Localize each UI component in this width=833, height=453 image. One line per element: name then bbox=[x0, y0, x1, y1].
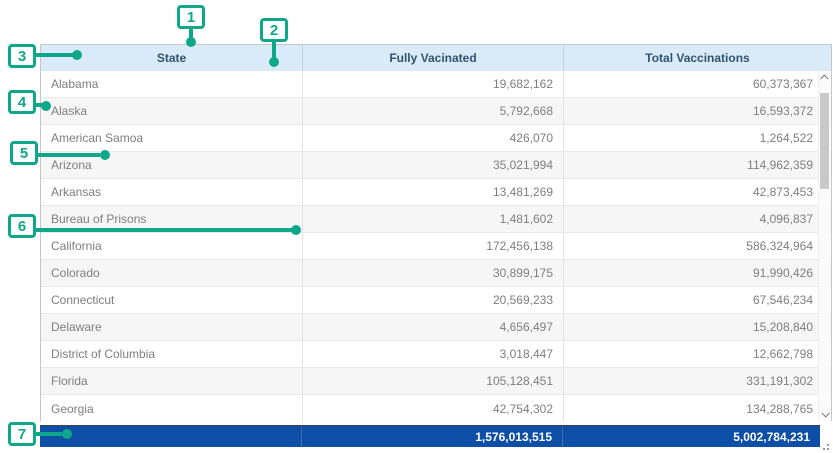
table-row[interactable]: American Samoa426,0701,264,522 bbox=[41, 125, 831, 152]
cell-fully-vaccinated: 172,456,138 bbox=[303, 233, 564, 259]
table-row[interactable]: Florida105,128,451331,191,302 bbox=[41, 368, 831, 395]
list-table: State Fully Vacinated Total Vaccinations… bbox=[40, 44, 832, 447]
cell-total-vaccinations: 114,962,359 bbox=[564, 152, 831, 178]
column-header-total-vaccinations[interactable]: Total Vaccinations bbox=[564, 45, 831, 71]
cell-fully-vaccinated: 35,021,994 bbox=[303, 152, 564, 178]
callout-1-anchor-dot bbox=[186, 37, 196, 47]
table-row[interactable]: District of Columbia3,018,44712,662,798 bbox=[41, 341, 831, 368]
callout-4-anchor-dot bbox=[41, 101, 51, 111]
callout-3-anchor-dot bbox=[72, 50, 82, 60]
cell-state: Alaska bbox=[41, 98, 303, 124]
table-row[interactable]: Arkansas13,481,26942,873,453 bbox=[41, 179, 831, 206]
cell-state: American Samoa bbox=[41, 125, 303, 151]
cell-fully-vaccinated: 426,070 bbox=[303, 125, 564, 151]
callout-6: 6 bbox=[8, 214, 36, 238]
table-row[interactable]: Colorado30,899,17591,990,426 bbox=[41, 260, 831, 287]
cell-state: Georgia bbox=[41, 395, 303, 422]
cell-total-vaccinations: 60,373,367 bbox=[564, 71, 831, 97]
cell-fully-vaccinated: 30,899,175 bbox=[303, 260, 564, 286]
table-header-row: State Fully Vacinated Total Vaccinations bbox=[41, 45, 831, 71]
cell-total-vaccinations: 42,873,453 bbox=[564, 179, 831, 205]
cell-total-vaccinations: 586,324,964 bbox=[564, 233, 831, 259]
cell-total-vaccinations: 15,208,840 bbox=[564, 314, 831, 340]
cell-state: Arkansas bbox=[41, 179, 303, 205]
cell-state: Connecticut bbox=[41, 287, 303, 313]
cell-total-vaccinations: 67,546,234 bbox=[564, 287, 831, 313]
cell-fully-vaccinated: 42,754,302 bbox=[303, 395, 564, 422]
totals-state-cell bbox=[40, 426, 302, 447]
table-row[interactable]: Delaware4,656,49715,208,840 bbox=[41, 314, 831, 341]
callout-7-leader-line bbox=[32, 432, 62, 436]
callout-3: 3 bbox=[8, 44, 36, 68]
cell-fully-vaccinated: 19,682,162 bbox=[303, 71, 564, 97]
callout-4: 4 bbox=[8, 90, 36, 114]
cell-state: Florida bbox=[41, 368, 303, 394]
callout-1: 1 bbox=[177, 5, 205, 29]
cell-total-vaccinations: 16,593,372 bbox=[564, 98, 831, 124]
cell-fully-vaccinated: 20,569,233 bbox=[303, 287, 564, 313]
cell-fully-vaccinated: 105,128,451 bbox=[303, 368, 564, 394]
callout-3-leader-line bbox=[32, 53, 74, 57]
cell-total-vaccinations: 12,662,798 bbox=[564, 341, 831, 367]
callout-2-anchor-dot bbox=[269, 57, 279, 67]
totals-total-vaccinations: 5,002,784,231 bbox=[563, 426, 820, 447]
table-row[interactable]: Arizona35,021,994114,962,359 bbox=[41, 152, 831, 179]
cell-fully-vaccinated: 13,481,269 bbox=[303, 179, 564, 205]
cell-fully-vaccinated: 5,792,668 bbox=[303, 98, 564, 124]
resize-grip-icon[interactable] bbox=[827, 448, 829, 450]
callout-5: 5 bbox=[10, 141, 38, 165]
cell-state: Colorado bbox=[41, 260, 303, 286]
chevron-up-icon bbox=[820, 74, 828, 82]
scroll-up-button[interactable] bbox=[819, 71, 830, 85]
callout-7-anchor-dot bbox=[62, 429, 72, 439]
scroll-down-button[interactable] bbox=[819, 407, 830, 421]
chevron-down-icon bbox=[821, 409, 829, 417]
table-row[interactable]: Georgia42,754,302134,288,765 bbox=[41, 395, 831, 422]
cell-state: District of Columbia bbox=[41, 341, 303, 367]
table-body: Alabama19,682,16260,373,367Alaska5,792,6… bbox=[41, 71, 831, 422]
callout-6-anchor-dot bbox=[291, 225, 301, 235]
page: { "table": { "columns": ["State", "Fully… bbox=[0, 0, 833, 453]
column-header-fully-vaccinated[interactable]: Fully Vacinated bbox=[303, 45, 564, 71]
cell-fully-vaccinated: 1,481,602 bbox=[303, 206, 564, 232]
callout-5-anchor-dot bbox=[100, 150, 110, 160]
cell-total-vaccinations: 4,096,837 bbox=[564, 206, 831, 232]
cell-total-vaccinations: 1,264,522 bbox=[564, 125, 831, 151]
table-grid: State Fully Vacinated Total Vaccinations… bbox=[40, 44, 832, 421]
table-row[interactable]: Alabama19,682,16260,373,367 bbox=[41, 71, 831, 98]
cell-state: Alabama bbox=[41, 71, 303, 97]
vertical-scrollbar[interactable] bbox=[818, 71, 830, 421]
cell-fully-vaccinated: 3,018,447 bbox=[303, 341, 564, 367]
cell-total-vaccinations: 331,191,302 bbox=[564, 368, 831, 394]
totals-row: 1,576,013,515 5,002,784,231 bbox=[40, 425, 820, 447]
table-row[interactable]: California172,456,138586,324,964 bbox=[41, 233, 831, 260]
cell-total-vaccinations: 134,288,765 bbox=[564, 395, 831, 422]
table-row[interactable]: Alaska5,792,66816,593,372 bbox=[41, 98, 831, 125]
callout-6-leader-line bbox=[32, 228, 292, 232]
scrollbar-thumb[interactable] bbox=[820, 93, 829, 189]
cell-total-vaccinations: 91,990,426 bbox=[564, 260, 831, 286]
cell-fully-vaccinated: 4,656,497 bbox=[303, 314, 564, 340]
callout-7: 7 bbox=[8, 422, 36, 446]
cell-state: Delaware bbox=[41, 314, 303, 340]
callout-5-leader-line bbox=[34, 153, 100, 157]
callout-2: 2 bbox=[260, 18, 288, 42]
table-row[interactable]: Connecticut20,569,23367,546,234 bbox=[41, 287, 831, 314]
cell-state: California bbox=[41, 233, 303, 259]
totals-fully-vaccinated: 1,576,013,515 bbox=[302, 426, 563, 447]
